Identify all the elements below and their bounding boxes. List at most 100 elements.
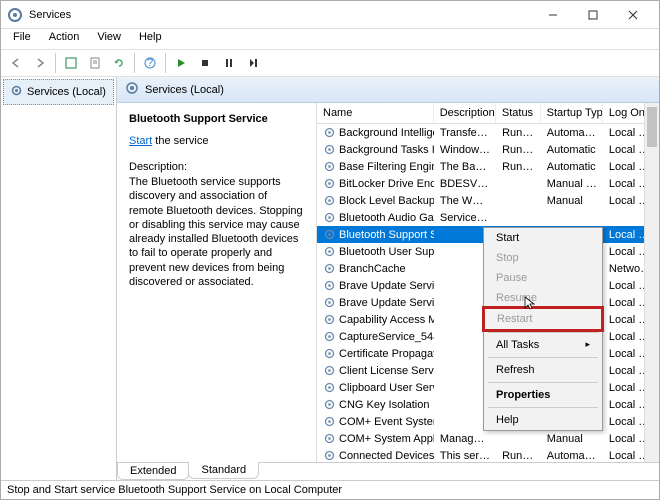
col-status[interactable]: Status [496, 103, 541, 123]
table-row[interactable]: Background Tasks Infrastru...Windows in.… [317, 141, 659, 158]
service-startup-cell: Automatic [541, 144, 603, 156]
service-desc-cell: Windows in... [434, 144, 496, 156]
gear-icon [323, 160, 336, 173]
service-desc-cell: Manages th... [434, 433, 496, 445]
context-menu-restart: Restart [483, 307, 603, 331]
right-pane-header: Services (Local) [117, 77, 659, 103]
context-menu-pause: Pause [484, 268, 602, 288]
toolbar: ? [1, 49, 659, 77]
gear-icon [323, 262, 336, 275]
sidebar-item-services-local[interactable]: Services (Local) [3, 79, 114, 105]
tab-extended[interactable]: Extended [117, 463, 189, 480]
menu-help[interactable]: Help [131, 29, 170, 49]
table-row[interactable]: Background Intelligent Trans...Transfers… [317, 124, 659, 141]
service-name-cell: Certificate Propagation [339, 348, 434, 360]
service-name-cell: Brave Update Service (brav... [339, 297, 434, 309]
service-name-cell: Bluetooth Audio Gateway S... [339, 212, 434, 224]
service-name-cell: COM+ System Application [339, 433, 434, 445]
service-name-cell: Capability Access Manage... [339, 314, 434, 326]
gear-icon [323, 228, 336, 241]
context-menu-refresh[interactable]: Refresh [484, 360, 602, 380]
service-name-cell: Bluetooth Support Service [339, 229, 434, 241]
service-startup-cell: Manual [541, 433, 603, 445]
description-text: The Bluetooth service supports discovery… [129, 175, 304, 289]
menu-separator [488, 382, 598, 383]
left-pane: Services (Local) [1, 77, 117, 480]
pause-service-button[interactable] [218, 52, 240, 74]
gear-icon [323, 415, 336, 428]
forward-button[interactable] [29, 52, 51, 74]
gear-icon [323, 432, 336, 445]
back-button[interactable] [5, 52, 27, 74]
service-startup-cell: Automatic (D... [541, 450, 603, 462]
service-status-cell: Running [496, 127, 541, 139]
export-button[interactable] [60, 52, 82, 74]
table-row[interactable]: Block Level Backup Engine ...The WBENG..… [317, 192, 659, 209]
right-pane-title: Services (Local) [145, 84, 224, 96]
menu-separator [488, 357, 598, 358]
context-menu: StartStopPauseResumeRestartAll TasksRefr… [483, 227, 603, 431]
gear-icon [323, 194, 336, 207]
service-name-cell: Background Intelligent Trans... [339, 127, 434, 139]
service-name-cell: Client License Service (Clip... [339, 365, 434, 377]
selected-service-name: Bluetooth Support Service [129, 113, 304, 125]
context-menu-properties[interactable]: Properties [484, 385, 602, 405]
scrollbar[interactable] [644, 103, 659, 462]
gear-icon [323, 347, 336, 360]
restart-service-button[interactable] [242, 52, 264, 74]
start-service-link-suffix: the service [152, 135, 208, 147]
service-name-cell: Clipboard User Service_54a... [339, 382, 434, 394]
minimize-button[interactable] [533, 1, 573, 29]
table-row[interactable]: Connected Devices Platfor...This service… [317, 447, 659, 462]
col-name[interactable]: Name [317, 103, 434, 123]
menu-view[interactable]: View [89, 29, 129, 49]
service-desc-cell: The Base Fil... [434, 161, 496, 173]
gear-icon [323, 381, 336, 394]
menu-separator [488, 407, 598, 408]
menu-separator [488, 332, 598, 333]
titlebar: Services [1, 1, 659, 29]
help-button[interactable]: ? [139, 52, 161, 74]
tab-standard[interactable]: Standard [188, 462, 259, 479]
gear-icon [323, 126, 336, 139]
service-status-cell: Running [496, 144, 541, 156]
table-row[interactable]: BitLocker Drive Encryption ...BDESVC hos… [317, 175, 659, 192]
table-row[interactable]: COM+ System ApplicationManages th... Manu… [317, 430, 659, 447]
service-name-cell: Bluetooth User Support Ser... [339, 246, 434, 258]
menu-action[interactable]: Action [41, 29, 88, 49]
properties-button[interactable] [84, 52, 106, 74]
col-description[interactable]: Description [434, 103, 496, 123]
start-service-link[interactable]: Start [129, 135, 152, 147]
gear-icon [323, 279, 336, 292]
close-button[interactable] [613, 1, 653, 29]
stop-service-button[interactable] [194, 52, 216, 74]
refresh-button[interactable] [108, 52, 130, 74]
col-startup[interactable]: Startup Type [541, 103, 603, 123]
scroll-thumb[interactable] [647, 107, 657, 147]
services-icon [7, 7, 23, 23]
service-startup-cell: Manual (Trig... [541, 178, 603, 190]
service-name-cell: Base Filtering Engine [339, 161, 434, 173]
start-service-button[interactable] [170, 52, 192, 74]
menu-file[interactable]: File [5, 29, 39, 49]
sidebar-item-label: Services (Local) [27, 86, 106, 98]
bottom-tabs: Extended Standard [117, 462, 659, 480]
context-menu-help[interactable]: Help [484, 410, 602, 430]
service-desc-cell: BDESVC hos... [434, 178, 496, 190]
column-headers: Name Description Status Startup Type Log… [317, 103, 659, 124]
context-menu-stop: Stop [484, 248, 602, 268]
gear-icon [125, 81, 139, 98]
gear-icon [323, 177, 336, 190]
service-name-cell: CNG Key Isolation [339, 399, 429, 411]
service-name-cell: Block Level Backup Engine ... [339, 195, 434, 207]
service-desc-cell: Transfers fil... [434, 127, 496, 139]
context-menu-start[interactable]: Start [484, 228, 602, 248]
gear-icon [10, 84, 23, 100]
maximize-button[interactable] [573, 1, 613, 29]
service-name-cell: BitLocker Drive Encryption ... [339, 178, 434, 190]
gear-icon [323, 330, 336, 343]
table-row[interactable]: Bluetooth Audio Gateway S...Service sup.… [317, 209, 659, 226]
table-row[interactable]: Base Filtering EngineThe Base Fil...Runn… [317, 158, 659, 175]
context-menu-all-tasks[interactable]: All Tasks [484, 335, 602, 355]
service-startup-cell: Manual [541, 195, 603, 207]
